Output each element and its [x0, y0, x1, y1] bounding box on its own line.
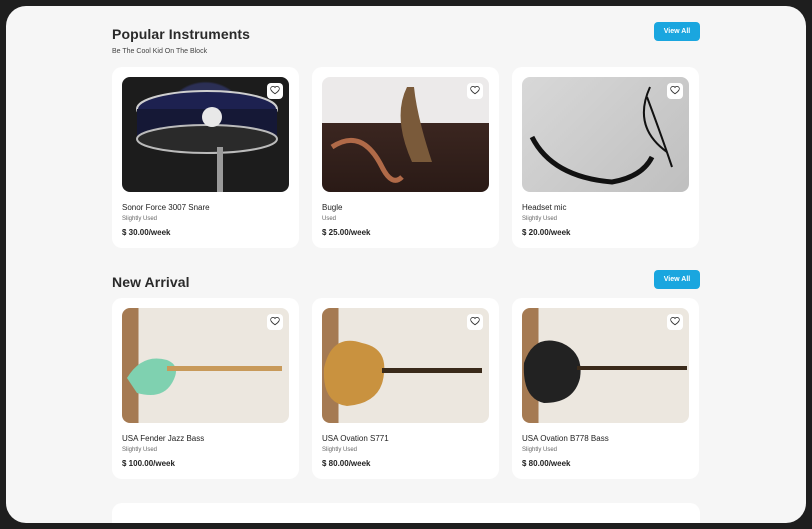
heart-icon [270, 82, 280, 100]
favorite-button[interactable] [467, 83, 483, 99]
bass-guitar-illustration [523, 340, 687, 403]
favorite-button[interactable] [667, 314, 683, 330]
snare-drum-illustration [136, 90, 278, 192]
product-price: $ 80.00/week [322, 459, 371, 468]
heart-icon [470, 82, 480, 100]
product-image [522, 308, 689, 423]
popular-header: Popular Instruments Be The Cool Kid On T… [112, 22, 700, 56]
product-name: USA Ovation B778 Bass [522, 434, 609, 443]
new-arrival-header: New Arrival View All [112, 270, 700, 294]
view-all-button[interactable]: View All [654, 22, 700, 41]
heart-icon [670, 313, 680, 331]
product-price: $ 80.00/week [522, 459, 571, 468]
product-name: Bugle [322, 203, 343, 212]
product-card[interactable]: Bugle Used $ 25.00/week [312, 67, 499, 248]
product-price: $ 30.00/week [122, 228, 171, 237]
product-condition: Slightly Used [522, 216, 558, 222]
product-condition: Slightly Used [322, 447, 358, 453]
product-card[interactable]: USA Ovation S771 Slightly Used $ 80.00/w… [312, 298, 499, 479]
product-card[interactable]: USA Fender Jazz Bass Slightly Used $ 100… [112, 298, 299, 479]
heart-icon [670, 82, 680, 100]
favorite-button[interactable] [267, 83, 283, 99]
product-card[interactable]: Headset mic Slightly Used $ 20.00/week [512, 67, 699, 248]
product-condition: Slightly Used [522, 447, 558, 453]
product-image [522, 77, 689, 192]
product-image [122, 77, 289, 192]
product-name: USA Fender Jazz Bass [122, 434, 205, 443]
view-all-button[interactable]: View All [654, 270, 700, 289]
section-subtitle: Be The Cool Kid On The Block [112, 48, 208, 55]
product-card[interactable]: USA Ovation B778 Bass Slightly Used $ 80… [512, 298, 699, 479]
product-image [322, 308, 489, 423]
bass-guitar-illustration [127, 358, 282, 396]
product-price: $ 25.00/week [322, 228, 371, 237]
product-image [322, 77, 489, 192]
favorite-button[interactable] [667, 83, 683, 99]
product-price: $ 20.00/week [522, 228, 571, 237]
section-title: New Arrival [112, 274, 190, 290]
heart-icon [470, 313, 480, 331]
product-name: Headset mic [522, 203, 567, 212]
product-card[interactable]: Sonor Force 3007 Snare Slightly Used $ 3… [112, 67, 299, 248]
product-price: $ 100.00/week [122, 459, 175, 468]
product-name: Sonor Force 3007 Snare [122, 203, 210, 212]
bugle-illustration [330, 87, 432, 183]
product-name: USA Ovation S771 [322, 434, 389, 443]
product-condition: Slightly Used [122, 216, 158, 222]
app-window: Popular Instruments Be The Cool Kid On T… [6, 6, 806, 523]
product-image [122, 308, 289, 423]
next-section-card [112, 503, 700, 523]
section-title: Popular Instruments [112, 26, 251, 42]
headset-illustration [529, 86, 673, 185]
product-condition: Used [322, 216, 337, 222]
acoustic-guitar-illustration [323, 340, 482, 406]
favorite-button[interactable] [467, 314, 483, 330]
favorite-button[interactable] [267, 314, 283, 330]
product-condition: Slightly Used [122, 447, 158, 453]
heart-icon [270, 313, 280, 331]
